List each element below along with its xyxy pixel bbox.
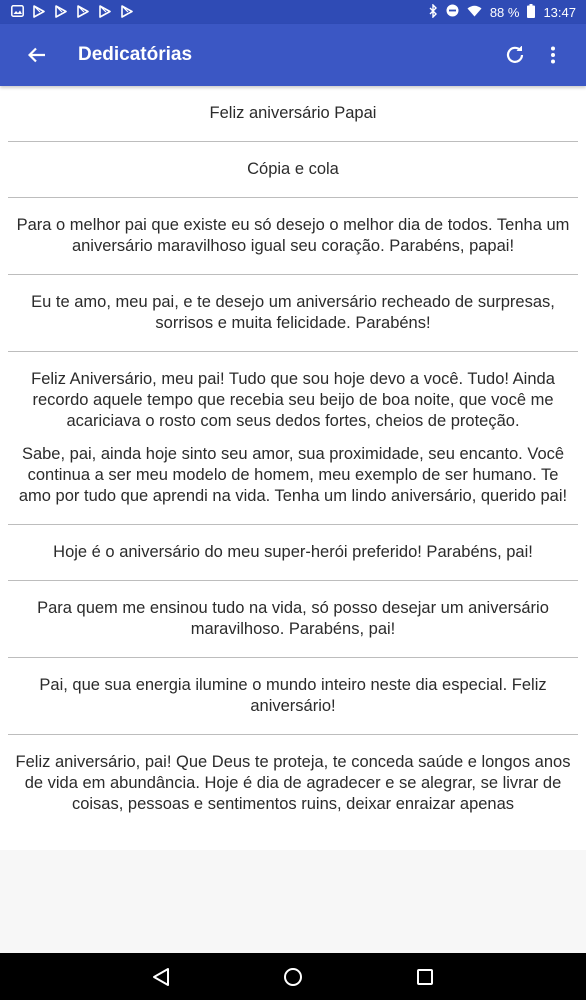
refresh-icon: [506, 46, 524, 63]
square-recents-icon: [417, 968, 433, 985]
page-title: Dedicatórias: [78, 44, 193, 65]
battery-level: 88 %: [489, 4, 520, 20]
empty-footer-area: [0, 850, 586, 953]
list-item-text: Cópia e cola: [247, 160, 339, 178]
battery-icon: [527, 3, 536, 21]
play-store-icon: [120, 5, 134, 19]
list-item-text: Para o melhor pai que existe eu só desej…: [16, 216, 570, 255]
play-store-icon: [76, 5, 90, 19]
list-item[interactable]: Cópia e cola: [8, 142, 578, 198]
nav-home-button[interactable]: [278, 962, 308, 992]
notification-icons: [10, 5, 134, 19]
navigation-bar: [0, 953, 586, 1000]
play-store-icon: [32, 5, 46, 19]
list-item-text: Feliz aniversário Papai: [209, 104, 377, 122]
system-status: 88 % 13:47: [429, 2, 576, 21]
play-store-icon: [98, 5, 112, 19]
circle-home-icon: [284, 967, 302, 986]
list-item[interactable]: Pai, que sua energia ilumine o mundo int…: [8, 658, 578, 735]
list-item[interactable]: Feliz Aniversário, meu pai! Tudo que sou…: [8, 352, 578, 525]
wifi-icon: [467, 5, 482, 20]
more-vert-icon: [551, 46, 555, 64]
list-item-text: Feliz aniversário, pai! Que Deus te prot…: [15, 753, 571, 813]
dedication-list[interactable]: Feliz aniversário Papai Cópia e cola Par…: [0, 86, 586, 850]
do-not-disturb-icon: [446, 4, 459, 20]
list-item-text: Feliz Aniversário, meu pai! Tudo que sou…: [31, 370, 555, 430]
list-item-text: Para quem me ensinou tudo na vida, só po…: [37, 599, 549, 638]
list-item[interactable]: Para o melhor pai que existe eu só desej…: [8, 198, 578, 275]
triangle-back-icon: [153, 967, 169, 986]
bluetooth-icon: [429, 2, 438, 21]
more-options-button[interactable]: [534, 36, 572, 74]
list-item-text: Pai, que sua energia ilumine o mundo int…: [39, 676, 547, 715]
arrow-back-icon: [28, 47, 45, 63]
play-store-icon: [54, 5, 68, 19]
refresh-button[interactable]: [496, 36, 534, 74]
status-bar: 88 % 13:47: [0, 0, 586, 24]
list-item-text: Eu te amo, meu pai, e te desejo um anive…: [31, 293, 555, 332]
list-item[interactable]: Feliz aniversário, pai! Que Deus te prot…: [8, 735, 578, 832]
app-bar: Dedicatórias: [0, 24, 586, 86]
back-button[interactable]: [20, 38, 54, 72]
list-item-text: Sabe, pai, ainda hoje sinto seu amor, su…: [18, 445, 568, 505]
list-item-text: Hoje é o aniversário do meu super-herói …: [53, 543, 533, 561]
image-icon: [10, 5, 24, 19]
nav-recents-button[interactable]: [410, 962, 440, 992]
clock: 13:47: [543, 4, 576, 20]
list-item[interactable]: Para quem me ensinou tudo na vida, só po…: [8, 581, 578, 658]
list-item[interactable]: Eu te amo, meu pai, e te desejo um anive…: [8, 275, 578, 352]
list-item[interactable]: Feliz aniversário Papai: [8, 86, 578, 142]
nav-back-button[interactable]: [146, 962, 176, 992]
list-item[interactable]: Hoje é o aniversário do meu super-herói …: [8, 525, 578, 581]
